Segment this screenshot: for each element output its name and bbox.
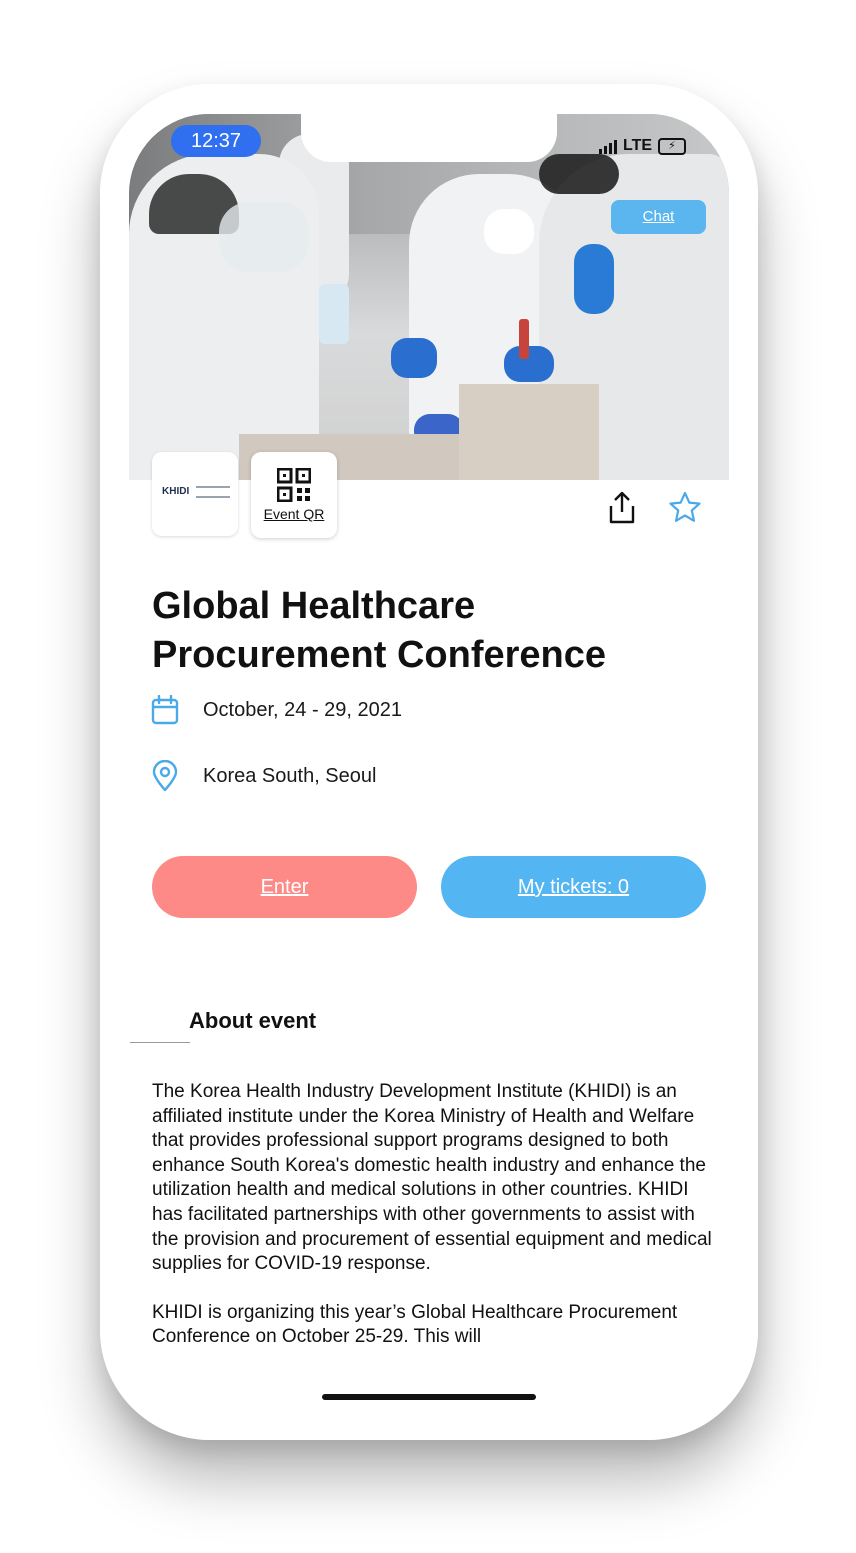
event-qr-label: Event QR <box>263 506 325 522</box>
event-location-row: Korea South, Seoul <box>151 760 376 792</box>
event-location: Korea South, Seoul <box>203 764 377 787</box>
event-title: Global Healthcare Procurement Conference <box>152 585 607 676</box>
my-tickets-button[interactable]: My tickets: 0 <box>441 856 706 918</box>
star-icon[interactable] <box>667 490 703 526</box>
app-screen: 12:37 LTE ⚡ Chat KHIDI Event QR Global H… <box>129 114 729 1420</box>
about-event-body: The Korea Health Industry Development In… <box>152 1080 712 1374</box>
share-icon[interactable] <box>604 490 640 526</box>
device-notch <box>301 114 557 162</box>
chat-button[interactable]: Chat <box>611 200 706 234</box>
event-qr-button[interactable]: Event QR <box>251 452 337 538</box>
status-indicators: LTE ⚡ <box>599 134 687 158</box>
organizer-logo-text: KHIDI <box>162 486 190 497</box>
battery-charging-icon: ⚡ <box>658 137 687 155</box>
about-event-heading: About event <box>189 1008 317 1033</box>
home-indicator[interactable] <box>322 1394 536 1400</box>
organizer-logo-subtext <box>196 486 230 498</box>
network-label: LTE <box>623 137 653 154</box>
event-date-row: October, 24 - 29, 2021 <box>151 694 402 726</box>
about-divider <box>130 1042 190 1043</box>
signal-icon <box>599 138 617 154</box>
organizer-logo[interactable]: KHIDI <box>152 452 238 536</box>
calendar-icon <box>151 695 179 725</box>
qr-code-icon <box>277 468 311 502</box>
about-paragraph: The Korea Health Industry Development In… <box>152 1081 712 1275</box>
status-time: 12:37 <box>171 125 261 157</box>
location-pin-icon <box>152 760 178 792</box>
phone-frame: 12:37 LTE ⚡ Chat KHIDI Event QR Global H… <box>100 84 758 1440</box>
enter-button[interactable]: Enter <box>152 856 417 918</box>
about-paragraph: KHIDI is organizing this year’s Global H… <box>152 1301 678 1348</box>
event-hero-image <box>129 114 729 480</box>
event-date: October, 24 - 29, 2021 <box>203 698 403 721</box>
